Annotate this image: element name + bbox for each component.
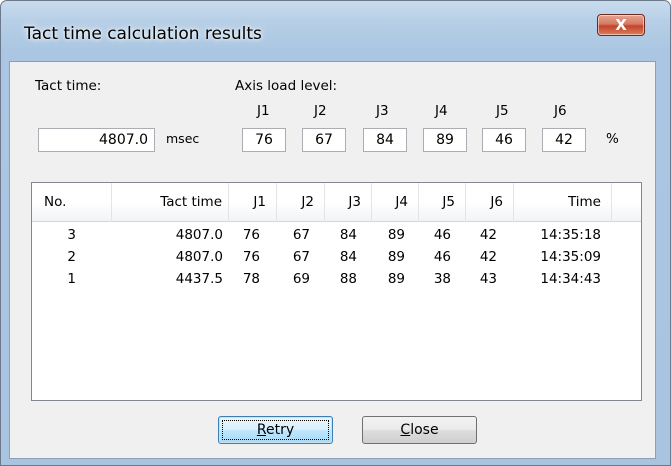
joint-label-j4: J4 [435,103,448,119]
axis-load-j4-field[interactable]: 89 [423,128,467,152]
col-header-tact-time[interactable]: Tact time [112,183,229,222]
cell-j5: 46 [433,249,451,265]
cell-j2: 67 [292,249,310,265]
axis-load-label: Axis load level: [235,78,338,94]
cell-j5: 46 [433,227,451,243]
close-icon: X [615,16,627,34]
cell-j6: 42 [479,249,497,265]
cell-time: 14:35:09 [540,249,601,265]
cell-time: 14:34:43 [540,271,601,287]
cell-tact-time: 4437.5 [175,271,223,287]
axis-load-j6-field[interactable]: 42 [542,128,586,152]
col-header-j3[interactable]: J3 [325,183,372,222]
cell-tact-time: 4807.0 [175,227,223,243]
col-header-j5[interactable]: J5 [419,183,466,222]
cell-j2: 67 [292,227,310,243]
col-header-no[interactable]: No. [32,183,112,222]
retry-button[interactable]: Retry [218,416,333,444]
cell-tact-time: 4807.0 [175,249,223,265]
cell-j3: 84 [339,227,357,243]
cell-j4: 89 [387,227,405,243]
focus-rectangle [222,420,329,440]
close-mnemonic: C [400,422,411,438]
joint-label-j5: J5 [496,103,509,119]
joint-label-j1: J1 [257,103,270,119]
results-list[interactable]: No. Tact time J1 J2 J3 J4 J5 J6 Time 3 4… [31,182,642,401]
col-header-j6[interactable]: J6 [466,183,514,222]
close-label: lose [410,422,439,438]
results-list-header: No. Tact time J1 J2 J3 J4 J5 J6 Time [32,183,641,222]
cell-j2: 69 [292,271,310,287]
dialog-body: Tact time: 4807.0 msec Axis load level: … [9,61,656,459]
title-bar[interactable]: Tact time calculation results X [1,1,670,61]
joint-label-j6: J6 [554,103,567,119]
window-close-button[interactable]: X [597,14,645,36]
cell-time: 14:35:18 [540,227,601,243]
cell-j4: 89 [387,271,405,287]
cell-j3: 84 [339,249,357,265]
axis-load-j3-field[interactable]: 84 [363,128,407,152]
cell-j1: 78 [242,271,260,287]
axis-load-j2-field[interactable]: 67 [302,128,346,152]
cell-no: 3 [67,227,76,243]
col-header-j2[interactable]: J2 [277,183,325,222]
close-button[interactable]: Close [362,416,477,444]
dialog-window: Tact time calculation results X Tact tim… [0,0,671,466]
cell-no: 2 [67,249,76,265]
cell-no: 1 [67,271,76,287]
col-header-j1[interactable]: J1 [229,183,277,222]
joint-label-j2: J2 [314,103,327,119]
axis-load-unit: % [606,131,619,147]
cell-j1: 76 [242,227,260,243]
tact-time-label: Tact time: [35,78,102,94]
axis-load-j5-field[interactable]: 46 [482,128,526,152]
window-title: Tact time calculation results [24,24,262,44]
axis-load-j1-field[interactable]: 76 [242,128,286,152]
col-header-time[interactable]: Time [514,183,612,222]
cell-j1: 76 [242,249,260,265]
cell-j6: 43 [479,271,497,287]
cell-j5: 38 [433,271,451,287]
joint-label-j3: J3 [376,103,389,119]
tact-time-field[interactable]: 4807.0 [38,128,155,152]
cell-j6: 42 [479,227,497,243]
cell-j3: 88 [339,271,357,287]
cell-j4: 89 [387,249,405,265]
tact-time-unit: msec [166,131,200,146]
col-header-j4[interactable]: J4 [372,183,419,222]
